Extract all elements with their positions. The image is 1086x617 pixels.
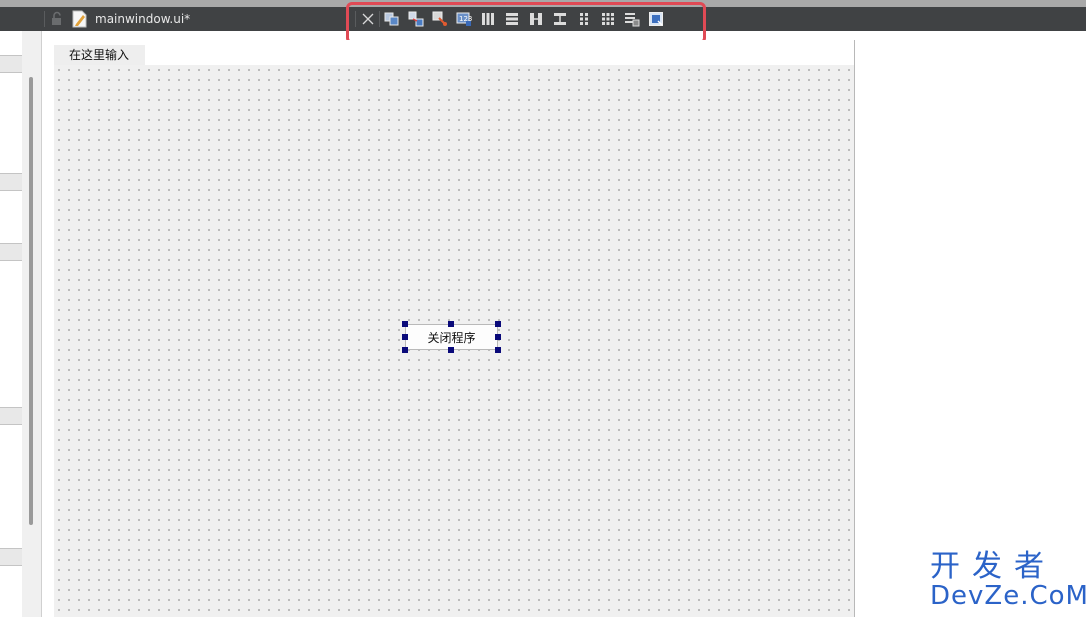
resize-handle[interactable] [402, 334, 408, 340]
file-title[interactable]: mainwindow.ui* [95, 11, 190, 27]
resize-handle[interactable] [402, 321, 408, 327]
resize-handle[interactable] [448, 347, 454, 353]
resize-handle[interactable] [495, 321, 501, 327]
form-menubar: 在这里输入 [43, 40, 854, 65]
ui-file-icon [72, 10, 87, 28]
panel-header[interactable] [0, 173, 22, 191]
menu-type-here-item[interactable]: 在这里输入 [54, 45, 146, 65]
resize-handle[interactable] [402, 347, 408, 353]
watermark-cn: 开发者 [930, 549, 1056, 584]
panel-header[interactable] [0, 243, 22, 261]
lock-icon[interactable] [50, 11, 64, 27]
panel-header[interactable] [0, 548, 22, 566]
resize-handle[interactable] [448, 321, 454, 327]
toolbar-separator [44, 11, 45, 27]
form-editor-canvas: 在这里输入 关闭程序 [43, 40, 855, 617]
toolbar-highlight-annotation [346, 2, 706, 44]
form-grid-area[interactable]: 关闭程序 [54, 65, 854, 617]
left-panel-scrollbar[interactable] [22, 31, 42, 617]
panel-header[interactable] [0, 55, 22, 73]
left-dock-panel [0, 31, 22, 617]
resize-handle[interactable] [495, 334, 501, 340]
resize-handle[interactable] [495, 347, 501, 353]
watermark-en: DevZe.CoM [930, 581, 1086, 611]
scrollbar-thumb[interactable] [29, 77, 33, 525]
panel-header[interactable] [0, 407, 22, 425]
watermark: 开发者 DevZe.CoM [928, 549, 1086, 614]
